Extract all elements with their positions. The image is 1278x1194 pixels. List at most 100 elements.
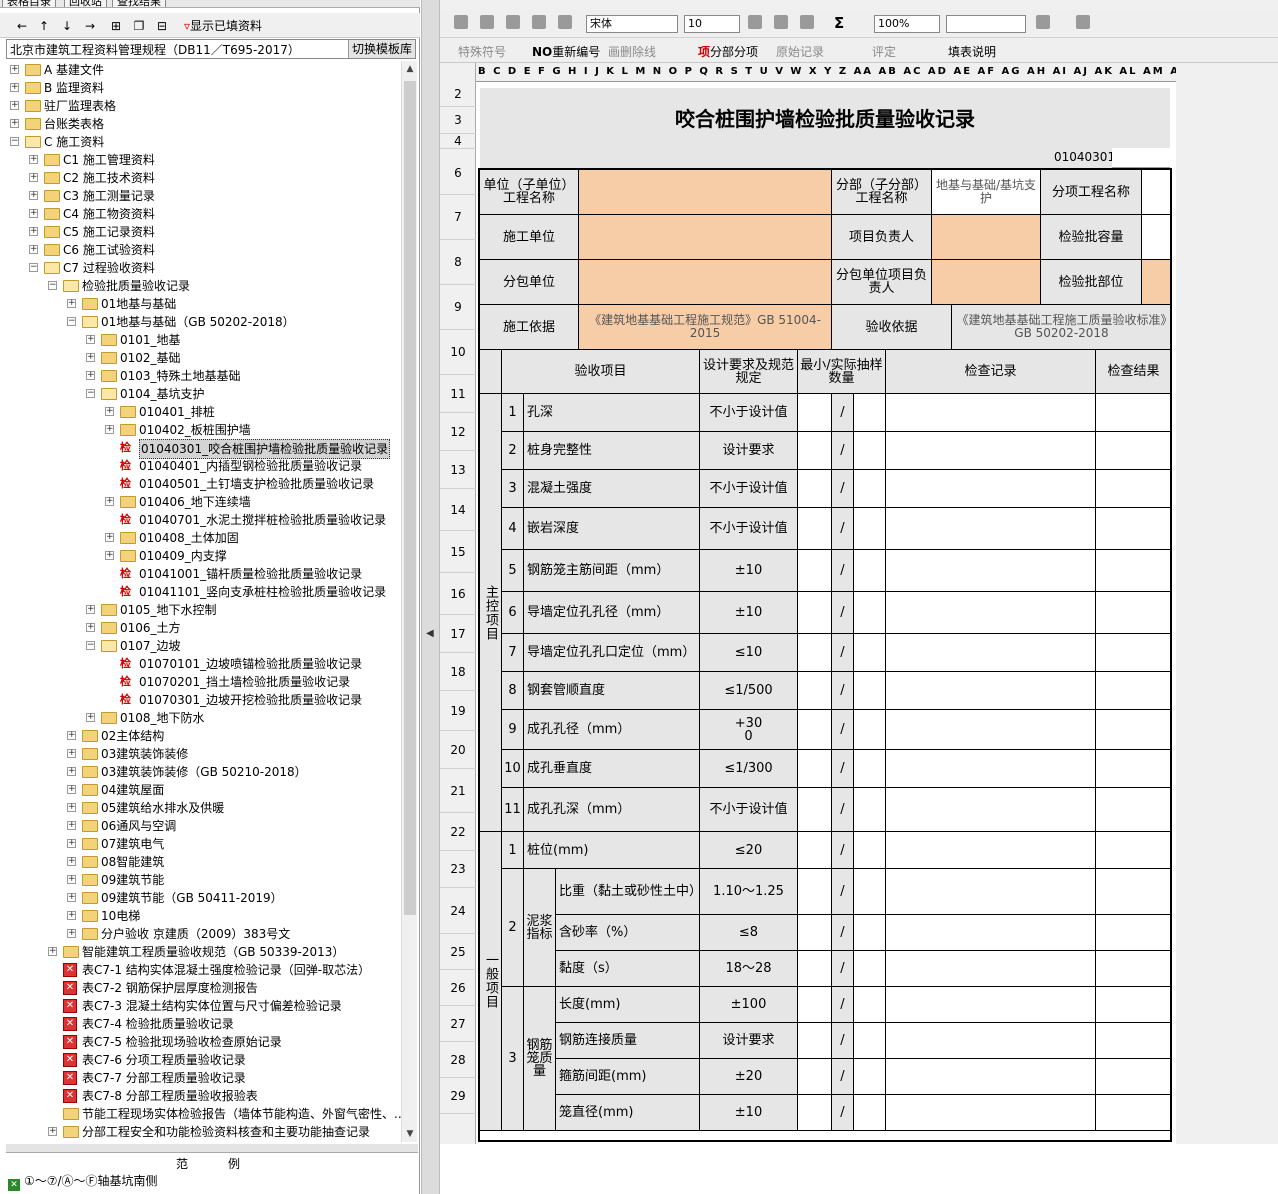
record-field[interactable] bbox=[886, 394, 1096, 432]
tree-node[interactable]: ✕ 表C7-4 检验批质量验收记录 bbox=[6, 1015, 401, 1033]
add-table-icon[interactable]: ⊞ bbox=[108, 17, 124, 35]
sample-min-field[interactable] bbox=[798, 470, 832, 508]
tree-node[interactable]: − C 施工资料 bbox=[6, 133, 401, 151]
copy-icon[interactable]: ❐ bbox=[131, 17, 147, 35]
result-field[interactable] bbox=[1096, 432, 1170, 470]
result-field[interactable] bbox=[1096, 634, 1170, 672]
tab-recycle[interactable]: 回收站 bbox=[64, 0, 107, 7]
code-cell[interactable] bbox=[1112, 148, 1170, 168]
expand-icon[interactable]: + bbox=[67, 911, 76, 920]
sample-actual-field[interactable] bbox=[854, 470, 886, 508]
tree-node[interactable]: +08智能建筑 bbox=[6, 853, 401, 871]
scroll-up-icon[interactable]: ▲ bbox=[402, 61, 418, 77]
row-number[interactable]: 24 bbox=[440, 888, 476, 934]
row-number[interactable]: 21 bbox=[440, 769, 476, 813]
expand-icon[interactable]: + bbox=[86, 623, 95, 632]
part-field[interactable] bbox=[1142, 260, 1170, 305]
expand-icon[interactable]: + bbox=[67, 821, 76, 830]
expand-icon[interactable]: + bbox=[29, 155, 38, 164]
sample-actual-field[interactable] bbox=[854, 634, 886, 672]
sample-actual-field[interactable] bbox=[854, 592, 886, 634]
expand-icon[interactable]: + bbox=[67, 893, 76, 902]
record-field[interactable] bbox=[886, 1095, 1096, 1131]
result-field[interactable] bbox=[1096, 987, 1170, 1023]
expand-icon[interactable]: + bbox=[105, 497, 114, 506]
expand-icon[interactable]: + bbox=[10, 83, 19, 92]
result-field[interactable] bbox=[1096, 1023, 1170, 1059]
collapse-icon[interactable]: − bbox=[48, 281, 57, 290]
expand-icon[interactable]: + bbox=[29, 173, 38, 182]
record-field[interactable] bbox=[886, 987, 1096, 1023]
sample-min-field[interactable] bbox=[798, 550, 832, 592]
tree-node[interactable]: 检 01070301_边坡开挖检验批质量验收记录 bbox=[6, 691, 401, 709]
sample-actual-field[interactable] bbox=[854, 432, 886, 470]
cut-icon[interactable] bbox=[532, 15, 546, 29]
sample-actual-field[interactable] bbox=[854, 951, 886, 987]
tree-node[interactable]: +010406_地下连续墙 bbox=[6, 493, 401, 511]
tree-scrollbar[interactable]: ▲ ▼ bbox=[401, 61, 417, 1142]
row-number[interactable]: 27 bbox=[440, 1006, 476, 1042]
sample-min-field[interactable] bbox=[798, 915, 832, 951]
row-number[interactable]: 14 bbox=[440, 489, 476, 531]
border-icon[interactable] bbox=[1036, 15, 1050, 29]
tree-node[interactable]: + C6 施工试验资料 bbox=[6, 241, 401, 259]
row-number[interactable]: 3 bbox=[440, 107, 476, 134]
row-number[interactable]: 13 bbox=[440, 451, 476, 489]
expand-icon[interactable]: + bbox=[10, 101, 19, 110]
expand-icon[interactable]: + bbox=[29, 209, 38, 218]
result-field[interactable] bbox=[1096, 1095, 1170, 1131]
tree-node[interactable]: +01地基与基础 bbox=[6, 295, 401, 313]
expand-icon[interactable]: + bbox=[86, 353, 95, 362]
original-record-button[interactable]: 原始记录 bbox=[776, 43, 824, 61]
expand-icon[interactable]: + bbox=[67, 749, 76, 758]
tree-node[interactable]: + B 监理资料 bbox=[6, 79, 401, 97]
tree-node[interactable]: +0102_基础 bbox=[6, 349, 401, 367]
sample-min-field[interactable] bbox=[798, 1059, 832, 1095]
tree-node[interactable]: − 0107_边坡 bbox=[6, 637, 401, 655]
tree-node[interactable]: +010402_板桩围护墙 bbox=[6, 421, 401, 439]
tree-node[interactable]: − 0104_基坑支护 bbox=[6, 385, 401, 403]
record-field[interactable] bbox=[886, 750, 1096, 788]
sub-pm-field[interactable] bbox=[932, 260, 1041, 305]
record-field[interactable] bbox=[886, 470, 1096, 508]
expand-icon[interactable]: + bbox=[67, 767, 76, 776]
sample-actual-field[interactable] bbox=[854, 987, 886, 1023]
result-field[interactable] bbox=[1096, 550, 1170, 592]
row-number[interactable]: 11 bbox=[440, 375, 476, 413]
result-field[interactable] bbox=[1096, 788, 1170, 832]
record-field[interactable] bbox=[886, 1059, 1096, 1095]
expand-icon[interactable]: + bbox=[105, 425, 114, 434]
row-number[interactable]: 29 bbox=[440, 1078, 476, 1114]
font-size-select[interactable]: 10 bbox=[684, 15, 740, 33]
sample-actual-field[interactable] bbox=[854, 1095, 886, 1131]
expand-icon[interactable]: + bbox=[67, 875, 76, 884]
tree-node[interactable]: + 驻厂监理表格 bbox=[6, 97, 401, 115]
tree-node[interactable]: + 分部工程安全和功能检验资料核查和主要功能抽查记录 bbox=[6, 1123, 401, 1141]
sample-actual-field[interactable] bbox=[854, 869, 886, 915]
row-number[interactable]: 7 bbox=[440, 195, 476, 240]
sample-min-field[interactable] bbox=[798, 592, 832, 634]
result-field[interactable] bbox=[1096, 1059, 1170, 1095]
expand-icon[interactable]: + bbox=[10, 65, 19, 74]
record-field[interactable] bbox=[886, 710, 1096, 750]
sample-min-field[interactable] bbox=[798, 634, 832, 672]
row-number[interactable]: 26 bbox=[440, 970, 476, 1006]
scroll-down-icon[interactable]: ▼ bbox=[402, 1126, 418, 1142]
row-number[interactable]: 16 bbox=[440, 573, 476, 615]
sample-min-field[interactable] bbox=[798, 788, 832, 832]
tree-node[interactable]: 检 01040501_土钉墙支护检验批质量验收记录 bbox=[6, 475, 401, 493]
sample-actual-field[interactable] bbox=[854, 750, 886, 788]
record-field[interactable] bbox=[886, 915, 1096, 951]
expand-icon[interactable]: + bbox=[86, 713, 95, 722]
expand-icon[interactable]: + bbox=[48, 947, 57, 956]
print-icon[interactable] bbox=[454, 15, 468, 29]
tree-node[interactable]: +03建筑装饰装修（GB 50210-2018） bbox=[6, 763, 401, 781]
path-bar[interactable]: 北京市建筑工程资料管理规程（DB11／T695-2017） 切换模板库 bbox=[6, 39, 416, 59]
row-number[interactable]: 4 bbox=[440, 134, 476, 149]
acceptance-basis-value[interactable]: 《建筑地基基础工程施工质量验收标准》GB 50202-2018 bbox=[952, 305, 1170, 350]
result-field[interactable] bbox=[1096, 915, 1170, 951]
expand-icon[interactable]: + bbox=[10, 119, 19, 128]
link-icon[interactable] bbox=[774, 15, 788, 29]
result-field[interactable] bbox=[1096, 710, 1170, 750]
row-number[interactable]: 8 bbox=[440, 240, 476, 285]
